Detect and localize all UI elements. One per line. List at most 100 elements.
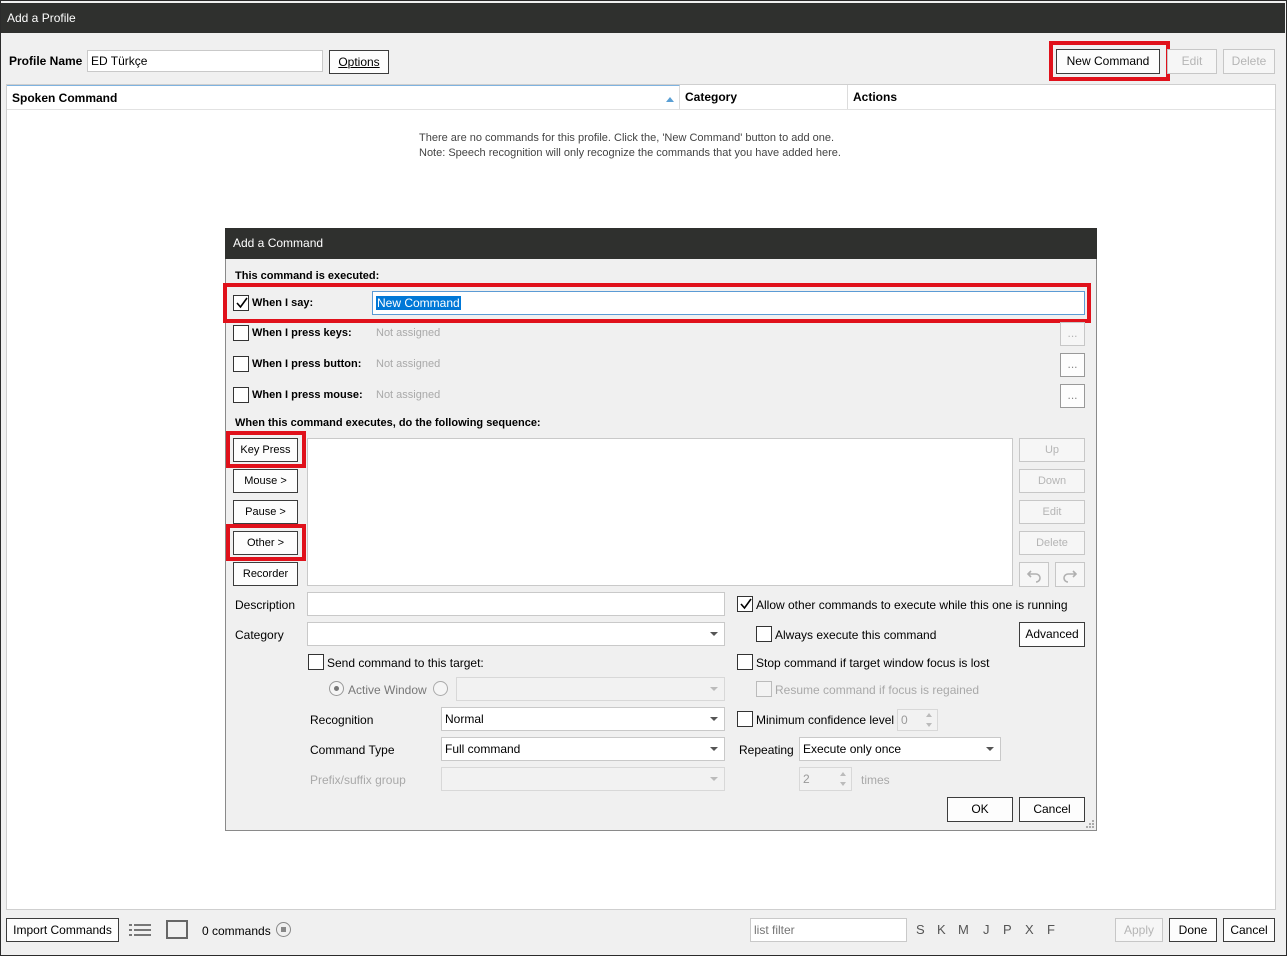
chevron-down-icon <box>710 747 718 751</box>
when-press-mouse-label: When I press mouse: <box>252 389 363 401</box>
keys-not-assigned: Not assigned <box>376 327 441 339</box>
when-i-say-input[interactable]: New Command <box>372 291 1085 315</box>
action-sequence-list[interactable] <box>307 438 1013 586</box>
apply-button[interactable]: Apply <box>1115 918 1163 942</box>
edit-button[interactable]: Edit <box>1167 49 1217 74</box>
when-i-say-label: When I say: <box>252 297 314 309</box>
filter-letter-m[interactable]: M <box>958 922 969 937</box>
chevron-down-icon <box>710 687 718 691</box>
spinner-down-icon[interactable] <box>926 723 932 727</box>
times-value: 2 <box>803 772 810 786</box>
advanced-button[interactable]: Advanced <box>1019 622 1085 647</box>
when-i-say-checkbox[interactable] <box>233 295 249 311</box>
mouse-button[interactable]: Mouse > <box>233 469 298 493</box>
filter-letter-s[interactable]: S <box>916 922 925 937</box>
options-button[interactable]: Options <box>329 50 389 74</box>
target-window-select[interactable] <box>456 677 725 701</box>
dialog-cancel-button[interactable]: Cancel <box>1019 797 1085 822</box>
sequence-header: When this command executes, do the follo… <box>235 417 541 429</box>
when-press-mouse-checkbox[interactable] <box>233 387 249 403</box>
filter-letter-k[interactable]: K <box>937 922 946 937</box>
list-filter-input[interactable] <box>750 918 907 942</box>
action-edit-button[interactable]: Edit <box>1019 500 1085 524</box>
spinner-up-icon[interactable] <box>840 772 846 776</box>
when-press-button-checkbox[interactable] <box>233 356 249 372</box>
keys-browse-button[interactable]: ... <box>1060 322 1085 346</box>
repeating-label: Repeating <box>739 743 794 757</box>
profile-name-input[interactable]: ED Türkçe <box>87 50 323 72</box>
filter-letter-x[interactable]: X <box>1025 922 1034 937</box>
down-button[interactable]: Down <box>1019 469 1085 493</box>
spinner-down-icon[interactable] <box>840 782 846 786</box>
description-input[interactable] <box>307 592 725 616</box>
resume-command-label: Resume command if focus is regained <box>775 683 980 697</box>
undo-button[interactable] <box>1019 562 1049 587</box>
command-type-value: Full command <box>445 742 521 756</box>
key-press-button[interactable]: Key Press <box>233 438 298 462</box>
empty-message-line2: Note: Speech recognition will only recog… <box>419 147 841 159</box>
footer-cancel-button[interactable]: Cancel <box>1223 918 1275 942</box>
action-delete-button[interactable]: Delete <box>1019 531 1085 555</box>
other-button[interactable]: Other > <box>233 531 298 555</box>
filter-letter-p[interactable]: P <box>1003 922 1012 937</box>
min-confidence-label: Minimum confidence level <box>756 713 895 727</box>
recognition-label: Recognition <box>310 713 374 727</box>
dialog-title: Add a Command <box>225 228 1097 259</box>
when-press-keys-label: When I press keys: <box>252 327 352 339</box>
min-confidence-value: 0 <box>901 713 908 727</box>
column-category[interactable]: Category <box>680 85 848 109</box>
prefix-select[interactable] <box>441 767 725 791</box>
repeating-select[interactable]: Execute only once <box>799 737 1001 761</box>
category-select[interactable] <box>307 622 725 646</box>
spinner-up-icon[interactable] <box>926 713 932 717</box>
min-confidence-checkbox[interactable] <box>737 711 753 727</box>
mouse-browse-button[interactable]: ... <box>1060 384 1085 408</box>
resize-grip-icon[interactable] <box>1084 818 1095 829</box>
stop-command-checkbox[interactable] <box>737 654 753 670</box>
button-browse-button[interactable]: ... <box>1060 353 1085 377</box>
send-command-checkbox[interactable] <box>308 654 324 670</box>
filter-letter-f[interactable]: F <box>1047 922 1055 937</box>
done-button[interactable]: Done <box>1169 918 1217 942</box>
button-not-assigned: Not assigned <box>376 358 441 370</box>
import-commands-button[interactable]: Import Commands <box>6 918 119 942</box>
new-command-button[interactable]: New Command <box>1056 49 1160 74</box>
target-window-radio[interactable] <box>433 681 448 696</box>
chevron-down-icon <box>986 747 994 751</box>
active-window-label: Active Window <box>348 683 427 697</box>
up-button[interactable]: Up <box>1019 438 1085 462</box>
command-count: 0 commands <box>202 924 271 938</box>
active-window-radio[interactable] <box>329 681 344 696</box>
column-actions[interactable]: Actions <box>848 85 1275 109</box>
ok-button[interactable]: OK <box>947 797 1013 822</box>
category-label: Category <box>235 628 284 642</box>
options-label: Options <box>338 55 380 69</box>
command-type-label: Command Type <box>310 743 395 757</box>
recognition-value: Normal <box>445 712 484 726</box>
pause-button[interactable]: Pause > <box>233 500 298 524</box>
repeating-value: Execute only once <box>803 742 902 756</box>
resume-command-checkbox[interactable] <box>756 681 772 697</box>
allow-other-label: Allow other commands to execute while th… <box>756 598 1068 612</box>
redo-button[interactable] <box>1055 562 1085 587</box>
always-execute-checkbox[interactable] <box>756 626 772 642</box>
when-press-keys-checkbox[interactable] <box>233 325 249 341</box>
column-spoken-command-label: Spoken Command <box>12 91 118 105</box>
command-type-select[interactable]: Full command <box>441 737 725 761</box>
times-spinner[interactable]: 2 <box>799 767 852 791</box>
recorder-button[interactable]: Recorder <box>233 562 298 586</box>
stop-circle-icon[interactable] <box>276 922 291 937</box>
delete-button[interactable]: Delete <box>1223 49 1275 74</box>
min-confidence-spinner[interactable]: 0 <box>897 709 938 731</box>
filter-letter-j[interactable]: J <box>983 922 990 937</box>
mouse-not-assigned: Not assigned <box>376 389 441 401</box>
when-i-say-value: New Command <box>376 296 461 310</box>
column-spoken-command[interactable]: Spoken Command <box>7 85 680 109</box>
allow-other-checkbox[interactable] <box>737 596 753 612</box>
recognition-select[interactable]: Normal <box>441 707 725 731</box>
list-view-icon[interactable] <box>129 923 151 937</box>
detail-view-icon[interactable] <box>166 920 188 939</box>
sort-ascending-icon <box>666 97 674 102</box>
header-divider <box>7 109 1275 110</box>
window-title: Add a Profile <box>1 3 1285 33</box>
